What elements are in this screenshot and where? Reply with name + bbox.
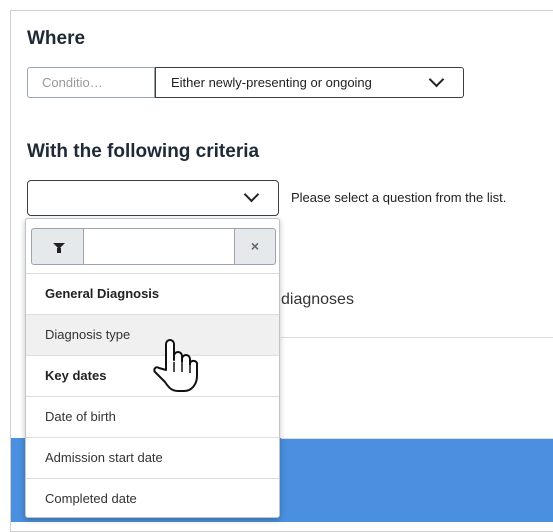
filter-row: × <box>31 228 276 265</box>
condition-field[interactable]: Conditio… <box>27 67 155 98</box>
chevron-down-icon <box>428 71 445 88</box>
where-heading: Where <box>27 28 86 49</box>
criteria-hint: Please select a question from the list. <box>291 190 507 205</box>
divider <box>281 337 553 338</box>
hand-pointer-icon <box>153 339 198 392</box>
chevron-down-icon <box>243 186 260 203</box>
filter-input[interactable] <box>84 228 234 265</box>
option-admission-start-date[interactable]: Admission start date <box>26 437 279 478</box>
filter-icon-stem <box>57 248 61 253</box>
criteria-question-select[interactable] <box>27 180 279 216</box>
option-group-general-diagnosis: General Diagnosis <box>26 273 279 314</box>
filter-button[interactable] <box>31 228 84 265</box>
option-completed-date[interactable]: Completed date <box>26 478 279 517</box>
background-diagnoses-text: diagnoses <box>281 291 354 308</box>
divider <box>281 438 553 439</box>
criteria-heading: With the following criteria <box>27 141 260 162</box>
presentation-status-select[interactable]: Either newly-presenting or ongoing <box>155 67 464 98</box>
option-date-of-birth[interactable]: Date of birth <box>26 396 279 437</box>
clear-filter-button[interactable]: × <box>234 228 276 265</box>
presentation-status-value: Either newly-presenting or ongoing <box>171 75 372 90</box>
